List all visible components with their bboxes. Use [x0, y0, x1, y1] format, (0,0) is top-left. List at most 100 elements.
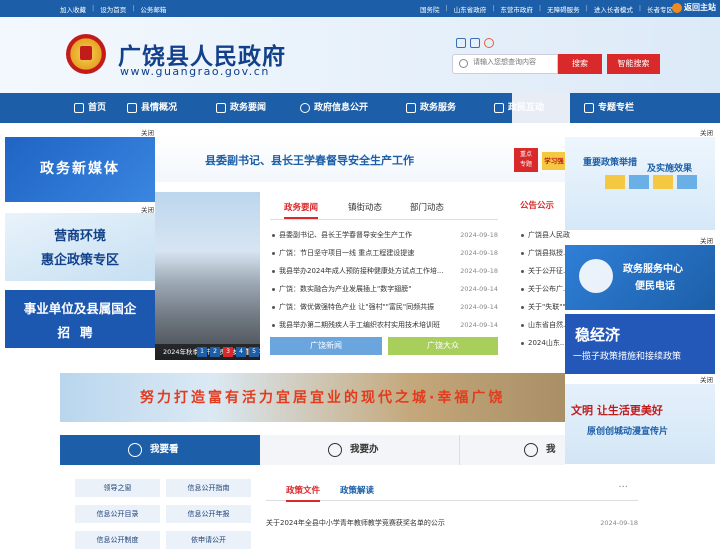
business-env-subtitle: 惠企政策专区: [40, 253, 119, 268]
news-item[interactable]: 我县举办2024年成人预防接种健康处方试点工作培... 2024-09-18: [270, 262, 498, 280]
news-date: 2024-09-14: [460, 321, 498, 329]
pager-dot-active[interactable]: 3: [223, 347, 233, 357]
tab-policy-interpret[interactable]: 政策解读: [340, 484, 374, 496]
back-main-site-link[interactable]: 返回主站: [672, 2, 716, 13]
elder-mode-link[interactable]: 进入长者模式: [594, 4, 633, 14]
news-photo-carousel[interactable]: 2024年秋季省市高质量发展重大项目: [155, 192, 260, 360]
pager-dot[interactable]: 5: [249, 347, 259, 357]
doc-item[interactable]: 关于2024年全县中小学青年教师教学竞赛获奖名单的公示 2024-09-18: [266, 514, 638, 532]
search-button[interactable]: 搜索: [558, 54, 602, 74]
site-url: www.guangrao.gov.cn: [120, 65, 270, 78]
menu-rules[interactable]: 信息公开制度: [75, 531, 160, 549]
tab-town-news[interactable]: 镇街动态: [348, 201, 382, 213]
close-left-banner-1[interactable]: 关闭: [141, 127, 154, 137]
menu-catalog[interactable]: 信息公开目录: [75, 505, 160, 523]
headline-banner[interactable]: 县委副书记、县长王学春督导安全生产工作: [155, 136, 565, 182]
guangrao-public-button[interactable]: 广饶大众: [388, 337, 498, 355]
pager-dot[interactable]: 2: [210, 347, 220, 357]
badge-line: 专题: [519, 161, 532, 168]
close-right-banner-2[interactable]: 关闭: [700, 235, 713, 245]
recruitment-banner[interactable]: 事业单位及县属国企 招聘: [5, 290, 155, 348]
business-env-title: 营商环境: [53, 229, 106, 244]
nav-label: 政民互动: [508, 103, 545, 113]
doc-title: 关于2024年全县中小学青年教师教学竞赛获奖名单的公示: [266, 519, 445, 527]
notice-item[interactable]: 关于公布广...: [520, 280, 570, 298]
menu-leaders[interactable]: 领导之窗: [75, 479, 160, 497]
nav-interaction[interactable]: 政民互动: [494, 93, 544, 123]
tab-label: 我: [546, 444, 556, 455]
mobile-icon[interactable]: [470, 38, 480, 48]
news-item[interactable]: 县委副书记、县长王学春督导安全生产工作 2024-09-18: [270, 226, 498, 244]
notice-item[interactable]: 广饶县拟授...: [520, 244, 570, 262]
add-favorite-link[interactable]: 加入收藏: [60, 4, 86, 14]
pager-dot[interactable]: 1: [197, 347, 207, 357]
new-media-banner[interactable]: 政务新媒体: [5, 137, 155, 202]
book-icon: [605, 175, 625, 189]
nav-label: 政府信息公开: [314, 103, 369, 113]
close-right-banner-1[interactable]: 关闭: [700, 127, 713, 137]
qr-code-icon[interactable]: [456, 38, 466, 48]
tab-i-want-do[interactable]: 我要办: [260, 435, 460, 465]
separator: |: [92, 4, 95, 12]
separator: |: [585, 4, 588, 12]
province-link[interactable]: 山东省政府: [454, 4, 487, 14]
nav-gov-news[interactable]: 政务要闻: [216, 93, 266, 123]
notice-item[interactable]: 山东省自然...: [520, 316, 570, 334]
menu-annual-report[interactable]: 信息公开年报: [166, 505, 251, 523]
civilization-banner[interactable]: 文明 让生活更美好 原创创城动漫宣传片: [565, 384, 715, 464]
puzzle-icon: [524, 442, 538, 457]
list-icon: [216, 103, 226, 113]
study-badge[interactable]: 学习强: [542, 152, 566, 170]
tab-dept-news[interactable]: 部门动态: [410, 201, 444, 213]
news-title: 我县举办第二期残疾人手工编织农村实用技术培训班: [279, 321, 440, 329]
elder-zone-link[interactable]: 长者专区: [647, 4, 673, 14]
stable-economy-banner[interactable]: 稳经济 一揽子政策措施和接续政策: [565, 314, 715, 374]
service-hotline-banner[interactable]: 政务服务中心 便民电话: [565, 245, 715, 310]
tab-i-want-see[interactable]: 我要看: [60, 435, 260, 465]
news-item[interactable]: 广饶：做优做强特色产业 让"强村""富民"同频共振 2024-09-14: [270, 298, 498, 316]
nav-county-overview[interactable]: 县情概况: [127, 93, 177, 123]
news-item[interactable]: 我县举办第二期残疾人手工编织农村实用技术培训班 2024-09-14: [270, 316, 498, 334]
notice-item[interactable]: 关于公开征...: [520, 262, 570, 280]
pager-dot[interactable]: 4: [236, 347, 246, 357]
nav-home[interactable]: 首页: [74, 93, 106, 123]
smart-search-button[interactable]: 智能搜索: [607, 54, 660, 74]
separator: |: [445, 4, 448, 12]
tab-gov-news[interactable]: 政务要闻: [284, 201, 319, 219]
phone-icon: [579, 259, 613, 293]
close-right-banner-3[interactable]: 关闭: [700, 374, 713, 384]
policy-subtitle: 及实施效果: [647, 164, 693, 174]
guangrao-news-button[interactable]: 广饶新闻: [270, 337, 382, 355]
notice-item[interactable]: 2024山东...: [520, 334, 570, 352]
tab-i-want-say[interactable]: 我: [460, 435, 565, 465]
notice-item[interactable]: 关于"失联""空壳"地方金融组织名单: [520, 298, 570, 316]
tab-policy-docs[interactable]: 政策文件: [286, 484, 321, 502]
set-homepage-link[interactable]: 设为首页: [100, 4, 126, 14]
key-topic-badge[interactable]: 重点 专题: [514, 148, 538, 172]
recruitment-title: 事业单位及县属国企: [23, 301, 137, 316]
policy-banner[interactable]: 重要政策举措 及实施效果: [565, 137, 715, 230]
accessibility-link[interactable]: 无障碍服务: [547, 4, 580, 14]
back-arrow-icon: [672, 2, 682, 13]
news-item[interactable]: 广饶：节日坚守项目一线 重点工程建设提速 2024-09-18: [270, 244, 498, 262]
news-item[interactable]: 广饶：数实融合为产业发展插上"数字翅膀" 2024-09-14: [270, 280, 498, 298]
heart-icon: [406, 103, 416, 113]
notice-title[interactable]: 公告公示: [520, 199, 554, 211]
news-title: 广饶：数实融合为产业发展插上"数字翅膀": [279, 285, 412, 293]
nav-special-topics[interactable]: 专题专栏: [584, 93, 634, 123]
search-input[interactable]: [473, 58, 555, 66]
menu-apply[interactable]: 依申请公开: [166, 531, 251, 549]
state-council-link[interactable]: 国务院: [420, 4, 440, 14]
weibo-icon[interactable]: [484, 38, 494, 48]
email-link[interactable]: 公务邮箱: [140, 4, 166, 14]
menu-guide[interactable]: 信息公开指南: [166, 479, 251, 497]
business-env-banner[interactable]: 营商环境 惠企政策专区: [5, 213, 155, 281]
notice-item[interactable]: 广饶县人民政府关于...: [520, 226, 570, 244]
bookmark-icon: [584, 103, 594, 113]
nav-info-disclosure[interactable]: 政府信息公开: [300, 93, 368, 123]
site-header: 广饶县人民政府 www.guangrao.gov.cn 搜索 智能搜索: [0, 17, 720, 93]
nav-label: 专题专栏: [598, 103, 635, 113]
nav-gov-service[interactable]: 政务服务: [406, 93, 456, 123]
city-link[interactable]: 东营市政府: [500, 4, 533, 14]
more-button[interactable]: ···: [618, 482, 628, 493]
